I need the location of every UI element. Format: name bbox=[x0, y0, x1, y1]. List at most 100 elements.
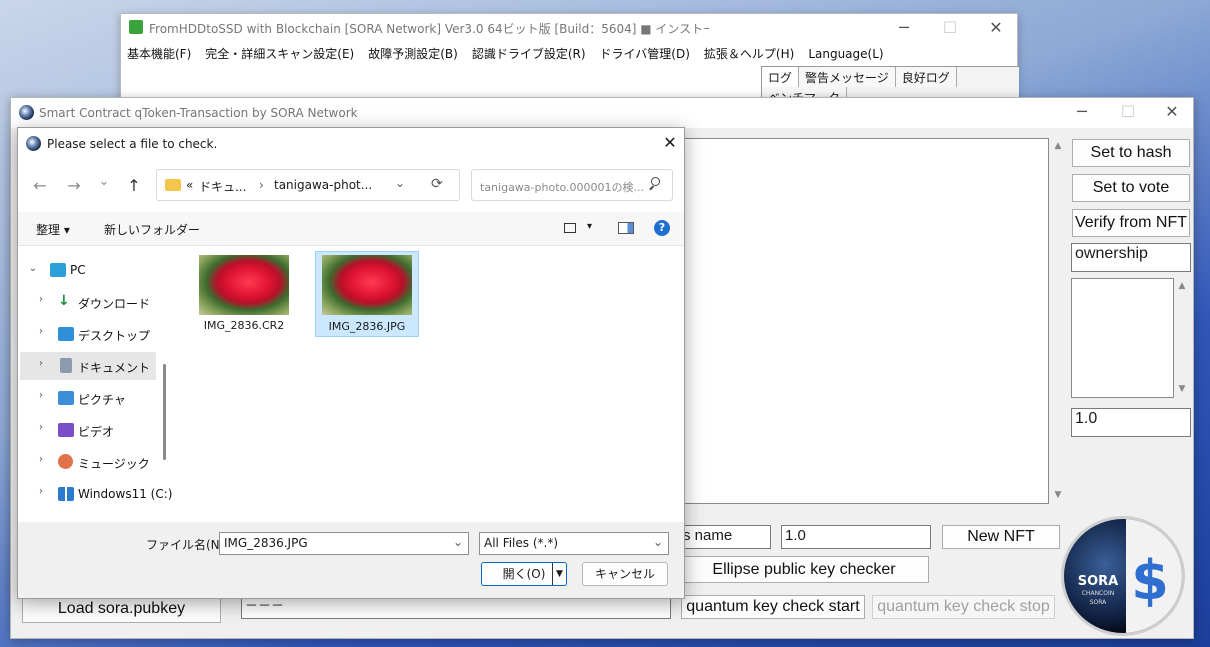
dialog-footer: ファイル名(N): IMG_2836.JPG ⌄ All Files (*.*)… bbox=[18, 522, 684, 598]
menu-driver[interactable]: ドライバ管理(D) bbox=[600, 47, 690, 61]
tree-label: ピクチャ bbox=[78, 393, 126, 407]
new-nft-button[interactable]: New NFT bbox=[942, 525, 1060, 549]
tree-label: ビデオ bbox=[78, 425, 115, 439]
chevron-right-icon[interactable]: › bbox=[34, 326, 48, 337]
open-split-dropdown-icon[interactable]: ▼ bbox=[552, 563, 566, 585]
side-value-field[interactable]: 1.0 bbox=[1071, 408, 1191, 437]
chevron-right-icon[interactable]: › bbox=[34, 454, 48, 465]
chevron-right-icon[interactable]: › bbox=[34, 390, 48, 401]
dialog-toolbar: 整理 ▾ 新しいフォルダー ▾ ? bbox=[18, 212, 684, 246]
quantum-key-check-stop-button: quantum key check stop bbox=[872, 595, 1055, 619]
side-scroll-down-icon[interactable]: ▼ bbox=[1174, 384, 1190, 394]
tree-item-music[interactable]: › ミュージック bbox=[20, 448, 156, 476]
back-arrow-icon[interactable]: ← bbox=[28, 176, 52, 195]
amount-field[interactable]: 1.0 bbox=[781, 525, 931, 549]
forward-arrow-icon[interactable]: → bbox=[62, 176, 86, 195]
chevron-right-icon[interactable]: › bbox=[34, 486, 48, 497]
navigation-scrollbar-thumb[interactable] bbox=[163, 364, 166, 460]
main-text-area[interactable] bbox=[683, 138, 1049, 504]
search-icon[interactable] bbox=[648, 176, 662, 191]
back-maximize-button[interactable]: ☐ bbox=[927, 18, 973, 37]
tab-log[interactable]: ログ bbox=[762, 67, 800, 87]
chevron-right-icon[interactable]: › bbox=[34, 358, 48, 369]
main-close-button[interactable]: ✕ bbox=[1149, 102, 1195, 121]
set-to-vote-button[interactable]: Set to vote bbox=[1072, 174, 1190, 202]
tree-item-documents[interactable]: › ドキュメント bbox=[20, 352, 156, 380]
tree-label: ダウンロード bbox=[78, 297, 151, 311]
ellipse-public-key-checker-button[interactable]: Ellipse public key checker bbox=[679, 556, 929, 583]
set-to-hash-button[interactable]: Set to hash bbox=[1072, 139, 1190, 167]
back-window-title: FromHDDtoSSD with Blockchain [SORA Netwo… bbox=[149, 22, 709, 36]
download-icon: ↓ bbox=[58, 293, 70, 309]
main-titlebar: Smart Contract qToken-Transaction by SOR… bbox=[11, 98, 1193, 128]
tree-label: PC bbox=[70, 263, 86, 277]
new-folder-button[interactable]: 新しいフォルダー bbox=[104, 221, 200, 238]
menu-drive[interactable]: 認識ドライブ設定(R) bbox=[472, 47, 586, 61]
ownership-field[interactable]: ownership bbox=[1071, 243, 1191, 272]
folder-icon bbox=[165, 179, 181, 191]
tree-item-videos[interactable]: › ビデオ bbox=[20, 416, 156, 444]
cancel-button[interactable]: キャンセル bbox=[582, 562, 668, 586]
menu-scan[interactable]: 完全・詳細スキャン設定(E) bbox=[205, 47, 354, 61]
back-minimize-button[interactable]: ─ bbox=[881, 18, 927, 37]
main-minimize-button[interactable]: ─ bbox=[1059, 102, 1105, 121]
name-field[interactable]: s name bbox=[679, 525, 771, 549]
file-type-select[interactable]: All Files (*.*) bbox=[479, 532, 669, 555]
app-icon bbox=[129, 20, 143, 34]
chevron-right-icon[interactable]: › bbox=[34, 422, 48, 433]
preview-pane-icon[interactable] bbox=[618, 222, 634, 234]
file-type-dropdown-icon[interactable]: ⌄ bbox=[653, 535, 663, 549]
scroll-down-arrow-icon[interactable]: ▼ bbox=[1050, 490, 1066, 500]
side-list-box[interactable] bbox=[1071, 278, 1174, 398]
tree-item-pictures[interactable]: › ピクチャ bbox=[20, 384, 156, 412]
main-text-scrollbar[interactable]: ▲ ▼ bbox=[1050, 138, 1066, 504]
desktop-icon bbox=[58, 327, 74, 341]
chevron-down-icon[interactable]: ⌄ bbox=[26, 263, 40, 274]
help-icon[interactable]: ? bbox=[654, 220, 670, 236]
side-scroll-up-icon[interactable]: ▲ bbox=[1174, 281, 1190, 291]
dialog-close-button[interactable]: ✕ bbox=[658, 133, 682, 152]
menu-basic[interactable]: 基本機能(F) bbox=[127, 47, 191, 61]
view-dropdown-icon[interactable]: ▾ bbox=[587, 221, 592, 232]
file-tile-cr2[interactable]: IMG_2836.CR2 bbox=[192, 252, 296, 336]
filename-dropdown-icon[interactable]: ⌄ bbox=[453, 535, 463, 549]
file-open-dialog: Please select a file to check. ✕ ← → ⌄ ↑… bbox=[17, 127, 685, 599]
chevron-right-icon[interactable]: › bbox=[34, 294, 48, 305]
address-overflow[interactable]: « bbox=[186, 178, 193, 192]
pc-icon bbox=[50, 263, 66, 277]
quantum-key-check-start-button[interactable]: quantum key check start bbox=[681, 595, 865, 619]
tab-good-log[interactable]: 良好ログ bbox=[895, 67, 957, 87]
tree-item-pc[interactable]: ⌄ PC bbox=[20, 256, 156, 284]
address-segment-folder[interactable]: tanigawa-phot... bbox=[274, 178, 372, 192]
tree-item-desktop[interactable]: › デスクトップ bbox=[20, 320, 156, 348]
tree-item-downloads[interactable]: › ↓ ダウンロード bbox=[20, 288, 156, 316]
address-bar[interactable]: « ドキュ... › tanigawa-phot... ⌄ ⟳ bbox=[156, 169, 460, 201]
app-globe-icon bbox=[19, 105, 34, 120]
menu-help[interactable]: 拡張＆ヘルプ(H) bbox=[704, 47, 794, 61]
menu-language[interactable]: Language(L) bbox=[808, 47, 883, 61]
up-arrow-icon[interactable]: ↑ bbox=[122, 176, 146, 195]
back-close-button[interactable]: ✕ bbox=[973, 18, 1019, 37]
file-tile-jpg[interactable]: IMG_2836.JPG bbox=[315, 251, 419, 337]
back-menubar: 基本機能(F) 完全・詳細スキャン設定(E) 故障予測設定(B) 認識ドライブ設定(R… bbox=[127, 45, 898, 62]
load-sora-pubkey-button[interactable]: Load sora.pubkey bbox=[22, 595, 221, 623]
menu-predict[interactable]: 故障予測設定(B) bbox=[368, 47, 458, 61]
search-box[interactable]: tanigawa-photo.000001の検... bbox=[471, 169, 673, 201]
verify-from-nft-button[interactable]: Verify from NFT bbox=[1072, 209, 1190, 237]
side-list-scrollbar[interactable]: ▲ ▼ bbox=[1174, 278, 1190, 398]
filename-input[interactable]: IMG_2836.JPG bbox=[219, 532, 469, 555]
recent-locations-icon[interactable]: ⌄ bbox=[92, 174, 116, 189]
main-maximize-button[interactable]: ☐ bbox=[1105, 102, 1151, 121]
address-dropdown-icon[interactable]: ⌄ bbox=[395, 176, 405, 190]
address-segment-documents[interactable]: ドキュ... bbox=[199, 178, 246, 195]
tab-warning[interactable]: 警告メッセージ bbox=[799, 67, 896, 87]
scroll-up-arrow-icon[interactable]: ▲ bbox=[1050, 141, 1066, 151]
refresh-icon[interactable]: ⟳ bbox=[431, 176, 443, 192]
view-icon[interactable] bbox=[564, 223, 576, 233]
tree-label: ミュージック bbox=[78, 457, 150, 471]
pictures-icon bbox=[58, 391, 74, 405]
organize-button[interactable]: 整理 ▾ bbox=[36, 221, 70, 238]
tree-item-windows-drive[interactable]: › Windows11 (C:) bbox=[20, 480, 174, 508]
music-icon bbox=[58, 454, 73, 469]
file-name: IMG_2836.JPG bbox=[328, 320, 406, 333]
